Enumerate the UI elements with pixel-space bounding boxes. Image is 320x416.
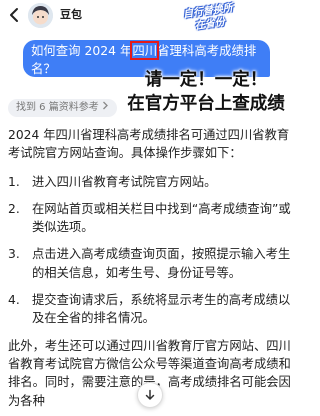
list-item: 3. 点击进入高考成绩查询页面，按照提示输入考生的相关信息，如考生号、身份证号等… <box>8 245 294 282</box>
step-text: 在网站首页或相关栏目中找到“高考成绩查询”或类似选项。 <box>32 201 291 235</box>
step-number: 2. <box>8 201 20 216</box>
avatar[interactable] <box>28 3 53 28</box>
list-item: 1. 进入四川省教育考试院官方网站。 <box>8 173 294 191</box>
user-message-text-before: 如何查询 2024 年 <box>31 43 133 58</box>
steps-list: 1. 进入四川省教育考试院官方网站。 2. 在网站首页或相关栏目中找到“高考成绩… <box>8 173 294 328</box>
step-text: 提交查询请求后，系统将显示考生的高考成绩以及在全省的排名情况。 <box>32 293 291 326</box>
step-text: 进入四川省教育考试院官方网站。 <box>32 174 217 189</box>
chevron-right-icon <box>102 99 109 117</box>
step-number: 1. <box>8 174 20 189</box>
overlay-caption: 请一定！一定！ 在官方平台上查成绩 <box>118 68 294 116</box>
top-bar: 豆包 <box>0 0 300 30</box>
answer-intro: 2024 年四川省理科高考成绩排名可通过四川省教育考试院官方网站查询。具体操作步… <box>8 128 290 161</box>
step-number: 4. <box>8 293 20 308</box>
arrow-down-icon <box>144 386 156 405</box>
sources-label: 找到 6 篇资料参考 <box>16 102 99 113</box>
sources-chip[interactable]: 找到 6 篇资料参考 <box>8 99 117 117</box>
list-item: 2. 在网站首页或相关栏目中找到“高考成绩查询”或类似选项。 <box>8 200 294 237</box>
user-message-highlight: 四川 <box>130 41 160 60</box>
scroll-to-bottom-button[interactable] <box>137 382 163 408</box>
overlay-caption-line2: 在官方平台上查成绩 <box>127 94 285 114</box>
step-number: 3. <box>8 247 20 262</box>
back-chevron-icon[interactable] <box>6 6 24 24</box>
step-text: 点击进入高考成绩查询页面，按照提示输入考生的相关信息，如考生号、身份证号等。 <box>32 247 291 280</box>
overlay-caption-line1: 请一定！一定！ <box>144 70 268 90</box>
app-name: 豆包 <box>60 8 82 21</box>
list-item: 4. 提交查询请求后，系统将显示考生的高考成绩以及在全省的排名情况。 <box>8 291 294 328</box>
assistant-answer: 2024 年四川省理科高考成绩排名可通过四川省教育考试院官方网站查询。具体操作步… <box>8 126 294 410</box>
